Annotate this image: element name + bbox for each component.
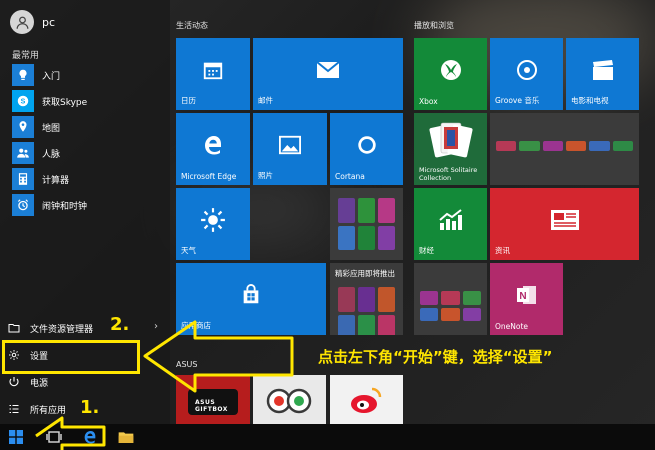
step-1-label: 1. — [80, 397, 100, 418]
start-menu-screen: pc 最常用 入门 S 获取Skype 地图 人脉 计算器 闹钟和时钟 文件资源… — [0, 0, 655, 450]
step-2-label: 2. — [110, 314, 130, 335]
arrow-to-settings — [143, 320, 294, 393]
arrow-to-start — [35, 416, 106, 450]
annotation-arrows — [35, 320, 294, 450]
instruction-callout: 点击左下角“开始”键，选择“设置” — [318, 348, 553, 366]
